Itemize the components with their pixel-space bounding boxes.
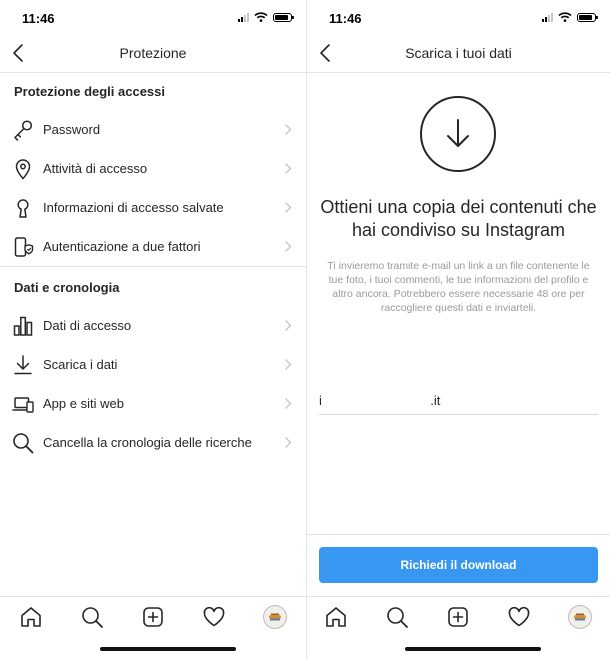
menu-item-label: Password [43, 122, 101, 137]
search-tab-icon[interactable] [80, 605, 104, 629]
download-illustration [420, 96, 496, 172]
chevron-right-icon [285, 359, 292, 370]
status-time: 11:46 [22, 11, 55, 26]
heart-icon[interactable] [507, 605, 531, 629]
wifi-icon [558, 12, 572, 22]
request-download-button[interactable]: Richiedi il download [319, 547, 598, 583]
page-title: Scarica i tuoi dati [405, 45, 512, 61]
home-icon[interactable] [324, 605, 348, 629]
chevron-right-icon [285, 398, 292, 409]
section-title-data-history: Dati e cronologia [14, 280, 120, 295]
add-post-icon[interactable] [141, 605, 165, 629]
status-icons [542, 12, 598, 22]
back-button[interactable] [10, 42, 30, 64]
menu-item-label: App e siti web [43, 396, 124, 411]
search-tab-icon[interactable] [385, 605, 409, 629]
chevron-right-icon [285, 320, 292, 331]
chevron-left-icon [320, 44, 330, 62]
menu-item-label: Autenticazione a due fattori [43, 239, 201, 254]
status-bar: 11:46 [0, 0, 306, 36]
menu-item-password[interactable]: Password [0, 110, 306, 149]
menu-item-apps-websites[interactable]: App e siti web [0, 384, 306, 423]
location-pin-icon [15, 159, 31, 180]
headline: Ottieni una copia dei contenuti che hai … [320, 197, 597, 240]
signal-icon [542, 12, 553, 22]
search-icon [13, 433, 34, 454]
section-title-access-protection: Protezione degli accessi [14, 84, 166, 99]
menu-item-access-data[interactable]: Dati di accesso [0, 306, 306, 345]
download-icon [14, 355, 32, 375]
chevron-right-icon [285, 437, 292, 448]
phone-shield-icon [14, 237, 34, 257]
download-arrow-icon [447, 119, 469, 147]
devices-icon [12, 397, 34, 413]
email-field-underline [319, 414, 598, 415]
battery-icon [273, 12, 294, 22]
nav-bar: Scarica i tuoi dati [307, 36, 610, 73]
heart-icon[interactable] [202, 605, 226, 629]
menu-item-label: Cancella la cronologia delle ricerche [43, 435, 252, 450]
home-indicator[interactable] [100, 647, 236, 651]
chevron-right-icon [285, 124, 292, 135]
menu-item-login-activity[interactable]: Attività di accesso [0, 149, 306, 188]
chevron-right-icon [285, 202, 292, 213]
nav-bar: Protezione [0, 36, 306, 73]
wifi-icon [254, 12, 268, 22]
footer-divider [307, 534, 610, 535]
avatar[interactable] [568, 605, 592, 629]
status-icons [238, 12, 294, 22]
download-data-screen: 11:46 Scarica i tuoi dati Ottieni una co… [306, 0, 610, 660]
status-bar: 11:46 [307, 0, 610, 36]
home-icon[interactable] [19, 605, 43, 629]
menu-item-label: Attività di accesso [43, 161, 148, 176]
menu-item-label: Informazioni di accesso salvate [43, 200, 224, 215]
avatar[interactable] [263, 605, 287, 629]
menu-item-label: Scarica i dati [43, 357, 118, 372]
menu-item-label: Dati di accesso [43, 318, 132, 333]
security-screen: 11:46 Protezione Protezione degli access… [0, 0, 306, 660]
menu-item-saved-login-info[interactable]: Informazioni di accesso salvate [0, 188, 306, 227]
chevron-right-icon [285, 241, 292, 252]
bar-chart-icon [13, 316, 33, 336]
menu-item-clear-search-history[interactable]: Cancella la cronologia delle ricerche [0, 423, 306, 462]
avatar-image-icon [574, 613, 586, 621]
description: Ti invieremo tramite e-mail un link a un… [327, 260, 590, 314]
status-time: 11:46 [329, 11, 362, 26]
menu-item-two-factor-auth[interactable]: Autenticazione a due fattori [0, 227, 306, 266]
home-indicator[interactable] [405, 647, 541, 651]
section-divider [0, 266, 306, 267]
menu-item-download-data[interactable]: Scarica i dati [0, 345, 306, 384]
battery-icon [577, 12, 598, 22]
page-title: Protezione [119, 45, 187, 61]
back-button[interactable] [317, 42, 337, 64]
email-field[interactable]: i .it [319, 393, 598, 411]
add-post-icon[interactable] [446, 605, 470, 629]
keyhole-icon [17, 199, 29, 218]
chevron-left-icon [13, 44, 23, 62]
key-icon [14, 120, 33, 141]
signal-icon [238, 12, 249, 22]
avatar-image-icon [269, 613, 281, 621]
chevron-right-icon [285, 163, 292, 174]
